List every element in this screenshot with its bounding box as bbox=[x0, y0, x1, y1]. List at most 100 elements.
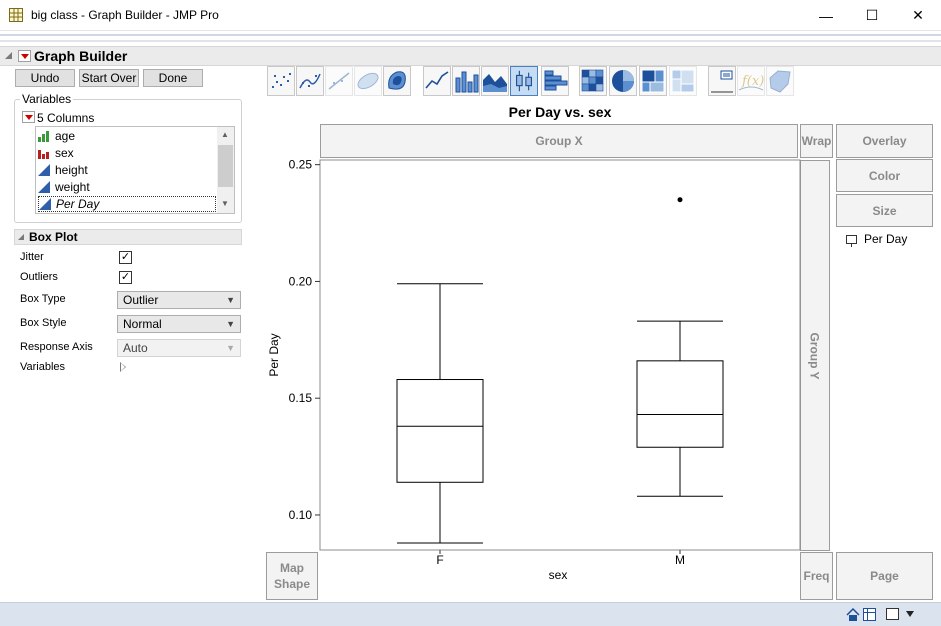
minimize-icon: — bbox=[819, 7, 833, 24]
mosaic-icon[interactable] bbox=[669, 66, 697, 96]
x-tick-label: F bbox=[436, 553, 443, 567]
page-zone[interactable]: Page bbox=[836, 552, 933, 600]
group-y-zone[interactable]: Group Y bbox=[800, 160, 830, 551]
y-axis: 0.10 0.15 0.20 0.25 bbox=[289, 158, 320, 522]
ordinal-icon bbox=[38, 131, 49, 142]
done-button[interactable]: Done bbox=[143, 69, 203, 87]
close-icon: ✕ bbox=[912, 7, 924, 23]
scroll-thumb[interactable] bbox=[218, 145, 233, 187]
column-height[interactable]: height bbox=[38, 162, 216, 178]
plot-frame bbox=[319, 159, 801, 551]
outlier-point[interactable] bbox=[677, 197, 683, 203]
box-type-label: Box Type bbox=[20, 293, 66, 305]
y-tick-label: 0.15 bbox=[289, 391, 313, 405]
overlay-zone[interactable]: Overlay bbox=[836, 124, 933, 158]
window-title: big class - Graph Builder - JMP Pro bbox=[31, 8, 219, 22]
freq-zone[interactable]: Freq bbox=[800, 552, 833, 600]
response-axis-value: Auto bbox=[123, 341, 148, 355]
heatmap-icon[interactable] bbox=[579, 66, 607, 96]
formula-icon[interactable]: f(x) bbox=[737, 66, 765, 96]
outliers-checkbox[interactable]: ✓ bbox=[119, 271, 132, 284]
treemap-icon[interactable] bbox=[639, 66, 667, 96]
legend-label: Per Day bbox=[864, 232, 908, 246]
histogram-icon[interactable] bbox=[541, 66, 569, 96]
map-shapes-icon[interactable] bbox=[766, 66, 794, 96]
box-plot-chart[interactable]: 0.10 0.15 0.20 0.25 FM Per Day sex bbox=[260, 150, 801, 590]
status-bar bbox=[0, 602, 941, 626]
box-legend-icon bbox=[846, 234, 857, 247]
ellipse-icon[interactable] bbox=[354, 66, 382, 96]
group-y-label: Group Y bbox=[808, 331, 822, 380]
response-axis-label: Response Axis bbox=[20, 341, 93, 353]
nominal-icon bbox=[38, 150, 49, 159]
caption-box-icon[interactable] bbox=[708, 66, 736, 96]
jitter-label: Jitter bbox=[20, 251, 44, 263]
line-chart-icon[interactable] bbox=[423, 66, 451, 96]
color-zone[interactable]: Color bbox=[836, 159, 933, 192]
box-type-dropdown[interactable]: Outlier ▼ bbox=[117, 291, 241, 309]
graph-builder-title: Graph Builder bbox=[34, 48, 128, 64]
y-tick-label: 0.10 bbox=[289, 508, 313, 522]
box-plot-title: Box Plot bbox=[29, 230, 78, 244]
contour-icon[interactable] bbox=[383, 66, 411, 96]
graph-builder-app-icon bbox=[9, 8, 23, 22]
box-style-label: Box Style bbox=[20, 317, 67, 329]
column-list-scrollbar[interactable]: ▲ ▼ bbox=[217, 127, 234, 213]
y-axis-label: Per Day bbox=[267, 333, 281, 376]
scroll-down-icon[interactable]: ▼ bbox=[221, 199, 229, 208]
continuous-icon bbox=[39, 198, 51, 210]
checkmark-icon: ✓ bbox=[120, 251, 131, 263]
pie-chart-icon[interactable] bbox=[609, 66, 637, 96]
iqr-box bbox=[636, 360, 724, 448]
column-sex[interactable]: sex bbox=[38, 145, 216, 161]
wrap-zone[interactable]: Wrap bbox=[800, 124, 833, 158]
columns-red-triangle-icon[interactable] bbox=[22, 111, 35, 123]
points-icon[interactable] bbox=[267, 66, 295, 96]
disclosure-triangle-icon[interactable] bbox=[5, 52, 12, 59]
box-type-value: Outlier bbox=[123, 293, 159, 307]
box-style-value: Normal bbox=[123, 317, 162, 331]
window-list-icon[interactable] bbox=[886, 608, 899, 620]
graph-title: Per Day vs. sex bbox=[508, 104, 612, 120]
box-style-dropdown[interactable]: Normal ▼ bbox=[117, 315, 241, 333]
menu-caret-icon[interactable] bbox=[906, 611, 914, 617]
scroll-up-icon[interactable]: ▲ bbox=[221, 130, 229, 139]
variables-option-label: Variables bbox=[20, 361, 66, 373]
continuous-icon bbox=[38, 181, 50, 193]
maximize-button[interactable]: ☐ bbox=[849, 0, 895, 31]
x-axis-label: sex bbox=[549, 568, 568, 582]
data-table-icon[interactable] bbox=[863, 608, 876, 621]
column-weight[interactable]: weight bbox=[38, 179, 216, 195]
title-bar: big class - Graph Builder - JMP Pro — ☐ … bbox=[0, 0, 941, 31]
column-per-day[interactable]: Per Day bbox=[38, 196, 216, 212]
legend-item[interactable]: Per Day bbox=[846, 232, 908, 247]
bar-chart-icon[interactable] bbox=[452, 66, 480, 96]
x-axis: FM bbox=[436, 550, 685, 567]
toolbar-strip bbox=[0, 40, 941, 42]
continuous-icon bbox=[38, 164, 50, 176]
box-plot-outline-header: Box Plot bbox=[14, 229, 242, 245]
column-list[interactable]: age sex height weight Per Day ▲ ▼ bbox=[35, 126, 235, 214]
area-chart-icon[interactable] bbox=[481, 66, 509, 96]
variables-label: Variables bbox=[20, 92, 74, 106]
disclosure-triangle-icon[interactable] bbox=[18, 234, 24, 240]
menu-strip bbox=[0, 34, 941, 36]
close-button[interactable]: ✕ bbox=[895, 0, 941, 31]
line-of-fit-icon[interactable] bbox=[325, 66, 353, 96]
minimize-button[interactable]: — bbox=[803, 0, 849, 31]
undo-button[interactable]: Undo bbox=[15, 69, 75, 87]
start-over-button[interactable]: Start Over bbox=[79, 69, 139, 87]
jitter-checkbox[interactable]: ✓ bbox=[119, 251, 132, 264]
outliers-label: Outliers bbox=[20, 271, 58, 283]
smoother-icon[interactable] bbox=[296, 66, 324, 96]
checkmark-icon: ✓ bbox=[120, 271, 131, 283]
chevron-down-icon: ▼ bbox=[226, 343, 235, 353]
red-triangle-menu-icon[interactable] bbox=[18, 50, 31, 62]
y-tick-label: 0.20 bbox=[289, 274, 313, 288]
column-age[interactable]: age bbox=[38, 128, 216, 144]
expand-triangle-icon[interactable] bbox=[120, 362, 126, 372]
y-tick-label: 0.25 bbox=[289, 158, 313, 172]
size-zone[interactable]: Size bbox=[836, 194, 933, 227]
home-icon[interactable] bbox=[846, 608, 860, 621]
box-plot-icon[interactable] bbox=[510, 66, 538, 96]
